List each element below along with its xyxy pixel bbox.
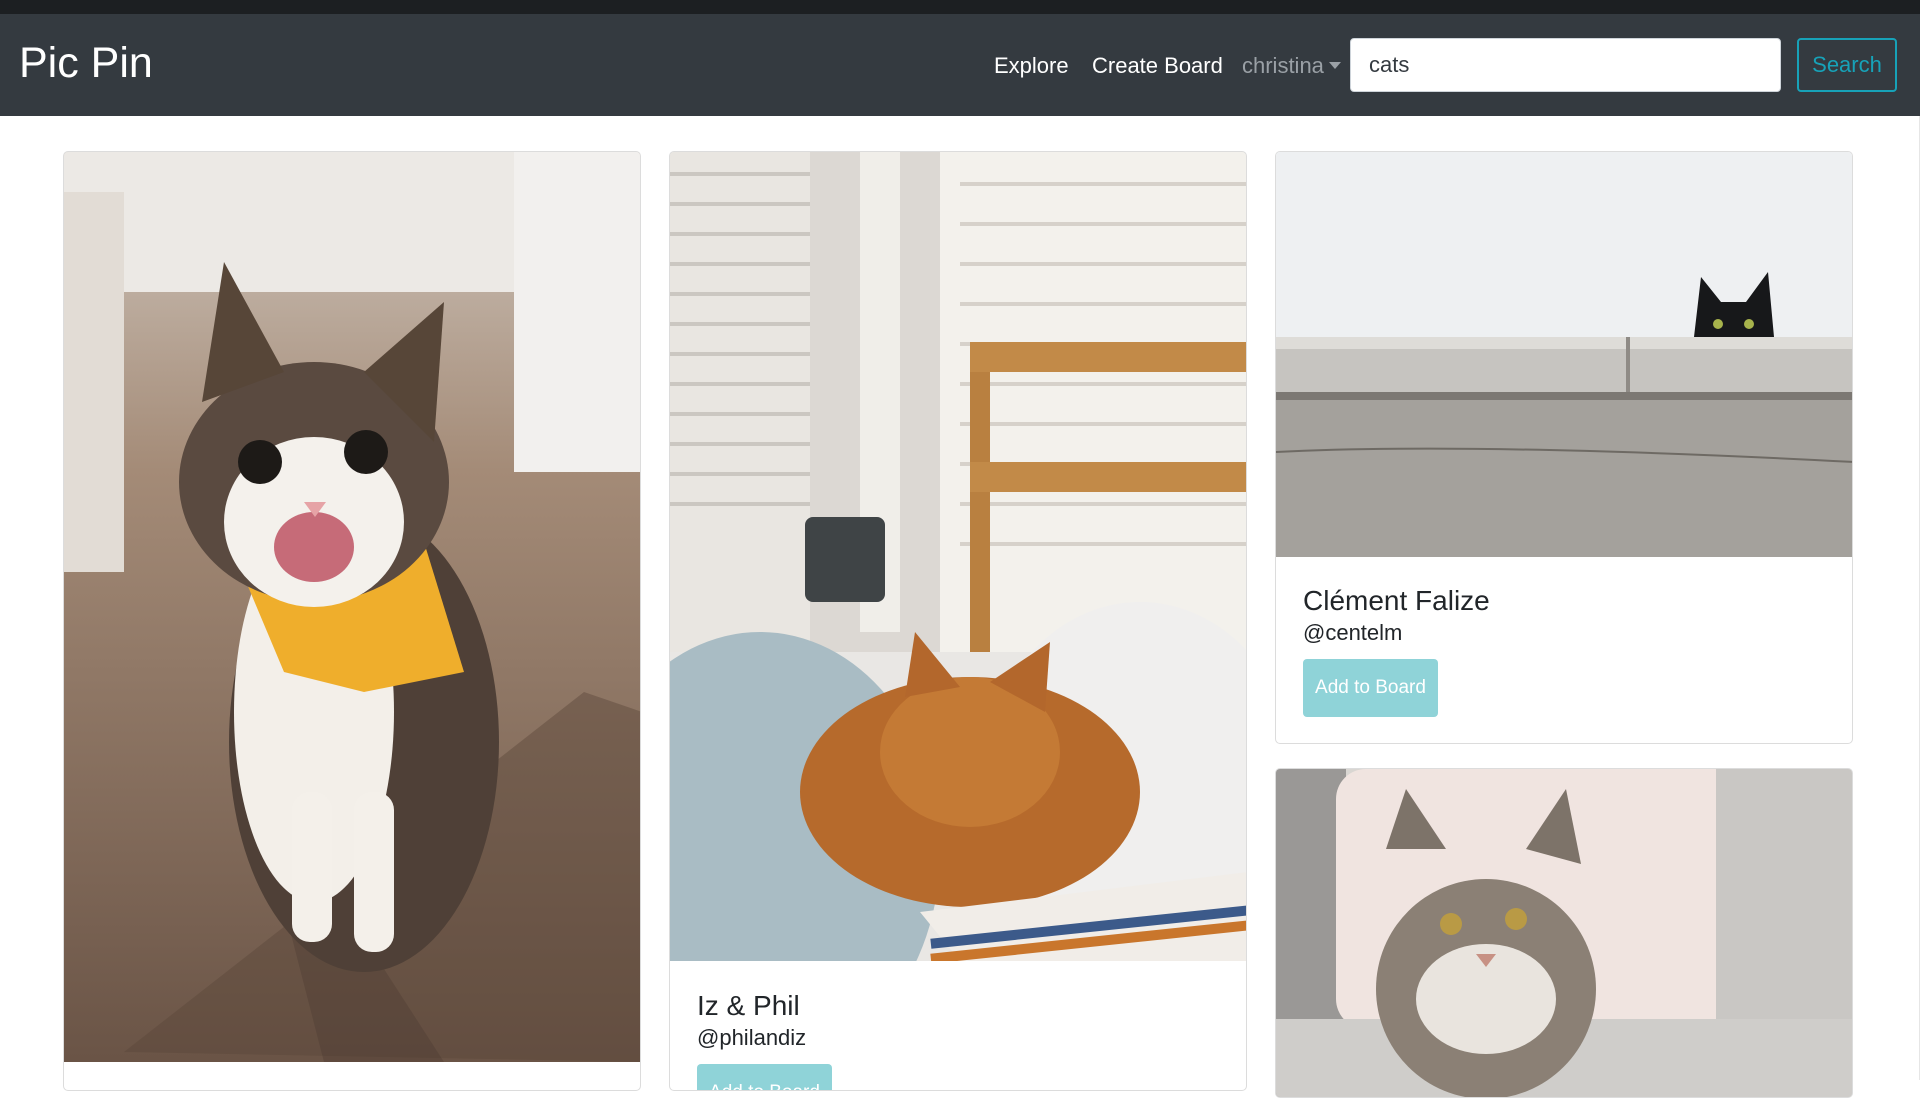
pin-card: [63, 151, 641, 1091]
pin-author-handle: @philandiz: [697, 1025, 807, 1050]
add-to-board-button[interactable]: Add to Board: [697, 1064, 832, 1090]
nav-explore-link[interactable]: Explore: [994, 51, 1069, 81]
search-button[interactable]: Search: [1797, 38, 1897, 92]
caret-down-icon: [1328, 62, 1341, 69]
cat-photo-image: [1276, 152, 1852, 557]
cat-photo-image: [670, 152, 1246, 961]
pin-card: [1275, 768, 1853, 1098]
nav-create-board-link[interactable]: Create Board: [1092, 51, 1223, 81]
user-menu-dropdown[interactable]: christina: [1242, 51, 1341, 81]
add-to-board-button[interactable]: Add to Board: [1303, 659, 1438, 717]
pin-card-body: Clément Falize @centelm Add to Board: [1303, 584, 1490, 717]
pin-author-name: Iz & Phil: [697, 990, 800, 1021]
search-input[interactable]: [1350, 38, 1781, 92]
user-menu-label: christina: [1242, 53, 1324, 78]
pin-image[interactable]: [670, 152, 1246, 961]
pin-author-name: Clément Falize: [1303, 585, 1490, 616]
navbar: Pic Pin Explore Create Board christina S…: [0, 14, 1920, 116]
pin-author-handle: @centelm: [1303, 620, 1403, 645]
cat-photo-image: [64, 152, 640, 1062]
pin-image[interactable]: [64, 152, 640, 1062]
pin-card-body: Iz & Phil @philandiz Add to Board: [697, 989, 832, 1090]
pin-image[interactable]: [1276, 769, 1852, 1097]
pin-image[interactable]: [1276, 152, 1852, 557]
window-top-strip: [0, 0, 1920, 14]
pin-card: Iz & Phil @philandiz Add to Board: [669, 151, 1247, 1091]
pin-card: Clément Falize @centelm Add to Board: [1275, 151, 1853, 744]
brand-logo[interactable]: Pic Pin: [19, 36, 153, 90]
cat-photo-image: [1276, 769, 1852, 1097]
